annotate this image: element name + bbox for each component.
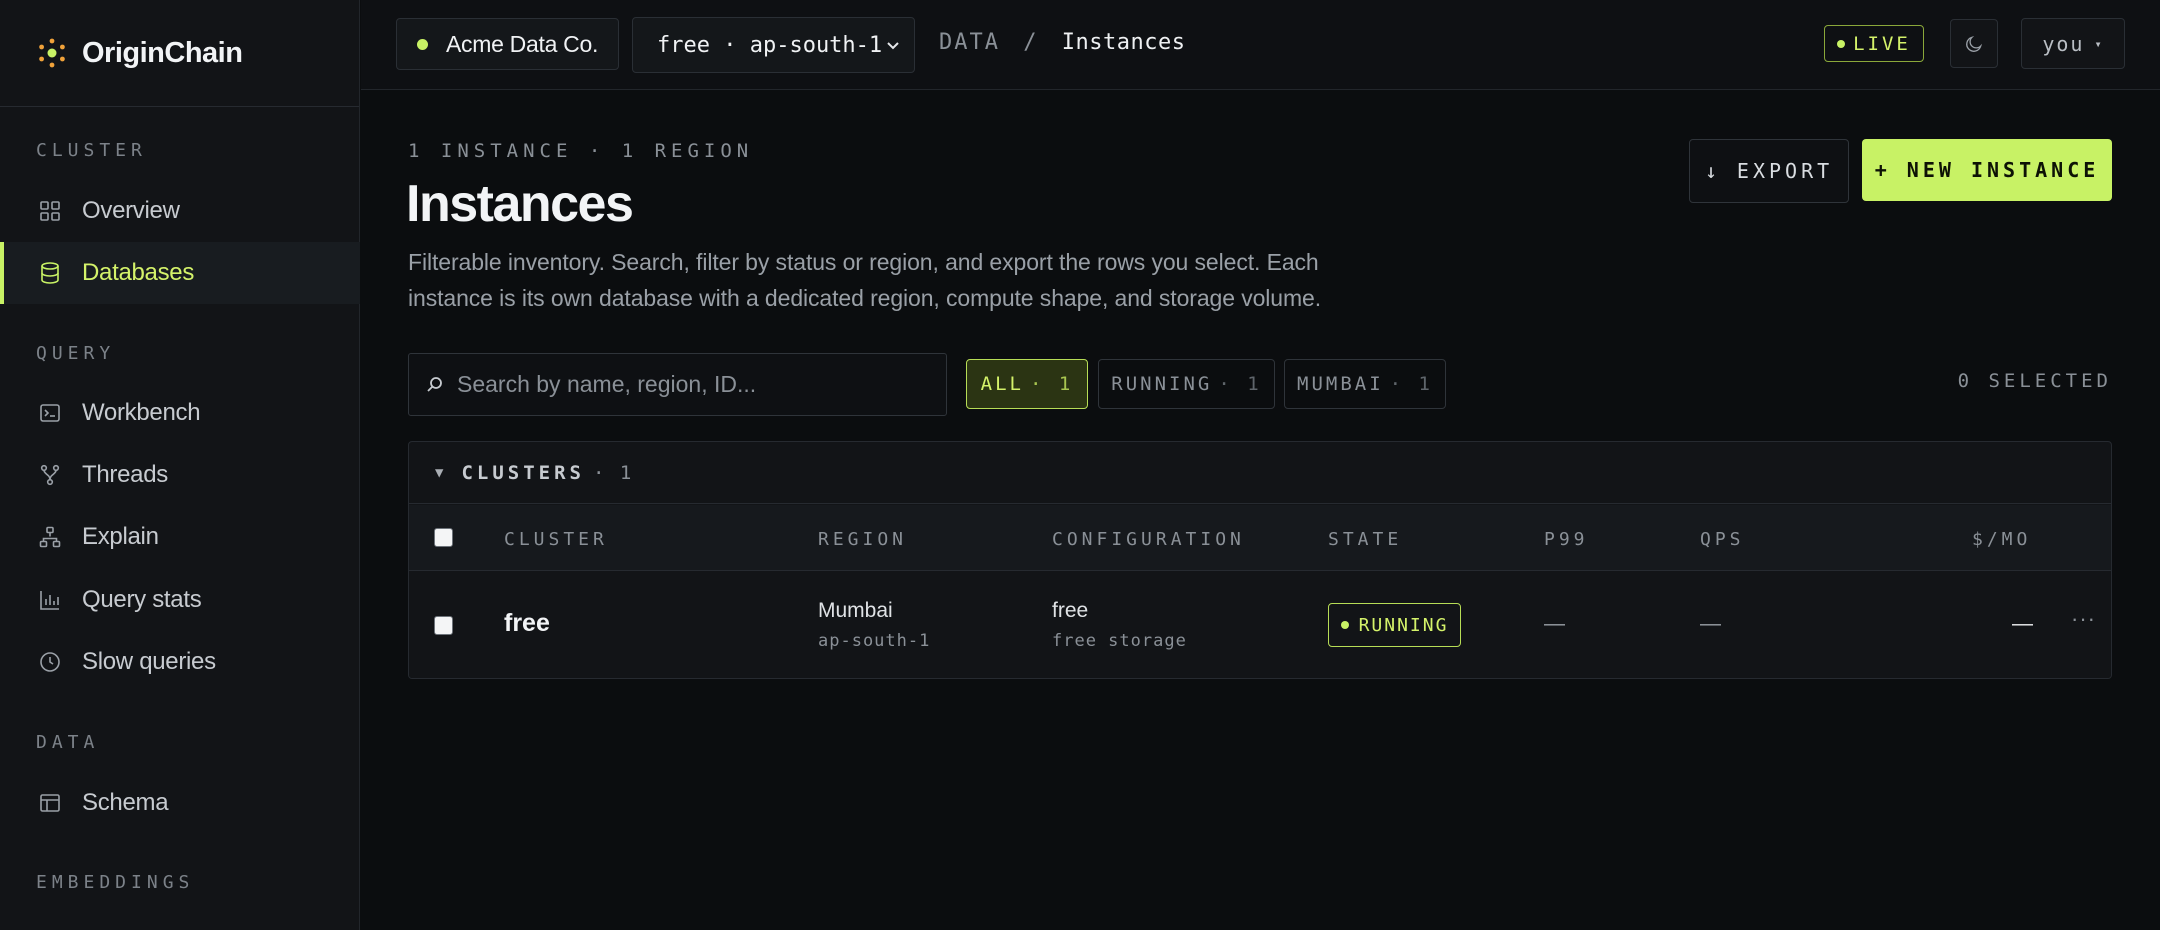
chip-count: · 1 (1389, 373, 1433, 395)
column-header-qps[interactable]: QPS (1700, 529, 1745, 550)
sidebar-item-overview[interactable]: Overview (0, 180, 360, 242)
brand-name: OriginChain (82, 36, 243, 69)
topbar: Acme Data Co. free · ap-south-1 DATA / I… (361, 0, 2160, 90)
chip-label: RUNNING (1111, 373, 1213, 395)
sidebar-item-schema[interactable]: Schema (0, 772, 360, 834)
search-input[interactable] (457, 354, 937, 415)
live-badge: LIVE (1824, 25, 1924, 62)
chip-label: ALL (980, 373, 1024, 395)
export-button[interactable]: ↓ EXPORT (1689, 139, 1849, 203)
chip-count: · 1 (1030, 373, 1074, 395)
sidebar-item-explain[interactable]: Explain (0, 506, 360, 568)
sidebar-item-label: Query stats (82, 586, 202, 613)
user-label: you (2042, 31, 2085, 56)
column-header-cost[interactable]: $/MO (1972, 529, 2031, 550)
org-name: Acme Data Co. (446, 30, 599, 57)
environment-value: free · ap-south-1 (657, 32, 883, 58)
cell-config: free (1052, 599, 1089, 622)
selection-count: 0 SELECTED (1957, 370, 2112, 392)
live-label: LIVE (1853, 32, 1911, 55)
column-header-state[interactable]: STATE (1328, 529, 1402, 550)
database-icon (41, 262, 59, 284)
sidebar-item-query-stats[interactable]: Query stats (0, 569, 360, 631)
breadcrumb-root[interactable]: DATA (939, 30, 1000, 55)
live-dot (1837, 39, 1846, 48)
chip-count: · 1 (1218, 373, 1262, 395)
table-row[interactable]: free Mumbai ap-south-1 free free storage… (409, 572, 2111, 678)
nav-section-embeddings: EMBEDDINGS (36, 872, 195, 893)
filter-chip-mumbai[interactable]: MUMBAI · 1 (1284, 359, 1446, 409)
sidebar-item-slow-queries[interactable]: Slow queries (0, 631, 360, 693)
sidebar-item-label: Explain (82, 523, 159, 550)
sidebar-item-threads[interactable]: Threads (0, 444, 360, 506)
nav-section-data: DATA (36, 732, 100, 753)
nav-section-query: QUERY (36, 343, 116, 364)
sidebar: OriginChain CLUSTER Overview Databases Q… (0, 0, 360, 930)
new-instance-button[interactable]: + NEW INSTANCE (1862, 139, 2112, 201)
group-label: CLUSTERS (461, 461, 585, 484)
terminal-icon (40, 404, 60, 422)
sidebar-item-label: Schema (82, 789, 169, 816)
bar-chart-icon (40, 591, 59, 610)
sidebar-item-label: Workbench (82, 399, 201, 426)
filter-chip-running[interactable]: RUNNING · 1 (1098, 359, 1275, 409)
page-eyebrow: 1 INSTANCE · 1 REGION (408, 140, 754, 162)
instances-table: ▼ CLUSTERS · 1 CLUSTER REGION CONFIGURAT… (408, 441, 2112, 679)
nav-section-cluster: CLUSTER (36, 140, 147, 161)
branch-icon (40, 464, 60, 486)
sidebar-item-label: Databases (82, 259, 195, 286)
group-header-clusters[interactable]: ▼ CLUSTERS · 1 (409, 442, 2111, 504)
cell-region-code: ap-south-1 (818, 631, 931, 651)
table-icon (40, 794, 60, 812)
hierarchy-icon (39, 526, 61, 548)
cell-cluster[interactable]: free (504, 609, 550, 638)
cell-p99: — (1544, 612, 1565, 635)
column-header-p99[interactable]: P99 (1544, 529, 1589, 550)
environment-select[interactable]: free · ap-south-1 (632, 17, 915, 73)
status-badge: RUNNING (1328, 603, 1461, 647)
column-header-region[interactable]: REGION (818, 529, 907, 550)
sidebar-item-label: Threads (82, 461, 168, 488)
sidebar-item-workbench[interactable]: Workbench (0, 382, 360, 444)
status-dot (1340, 621, 1349, 629)
theme-toggle-button[interactable] (1950, 19, 1998, 68)
breadcrumb-separator: / (1023, 30, 1039, 55)
filter-chip-all[interactable]: ALL · 1 (966, 359, 1088, 409)
clock-icon (40, 652, 60, 672)
grid-icon (40, 201, 60, 221)
breadcrumb-current: Instances (1061, 30, 1186, 55)
moon-icon (1966, 35, 1983, 52)
search-box (408, 353, 947, 416)
chip-label: MUMBAI (1297, 373, 1384, 395)
breadcrumb: DATA / Instances (939, 30, 1185, 55)
sidebar-item-databases[interactable]: Databases (0, 242, 360, 304)
page-title: Instances (406, 175, 634, 233)
logo-icon (39, 38, 65, 68)
search-icon (427, 377, 442, 392)
status-dot (417, 38, 428, 50)
chevron-down-icon (887, 42, 899, 50)
brand[interactable]: OriginChain (0, 0, 359, 107)
cell-region: Mumbai (818, 599, 893, 622)
cell-config-sub: free storage (1052, 631, 1187, 651)
column-header-cluster[interactable]: CLUSTER (504, 529, 608, 550)
row-checkbox[interactable] (434, 616, 453, 635)
cell-qps: — (1700, 612, 1721, 635)
group-count: · 1 (592, 461, 634, 484)
table-header: CLUSTER REGION CONFIGURATION STATE P99 Q… (409, 505, 2111, 571)
page-description: Filterable inventory. Search, filter by … (408, 249, 1322, 311)
status-label: RUNNING (1358, 614, 1449, 636)
collapse-triangle-icon: ▼ (435, 464, 448, 481)
caret-down-icon: ▾ (2094, 36, 2104, 51)
sidebar-item-label: Overview (82, 197, 180, 224)
column-header-configuration[interactable]: CONFIGURATION (1052, 529, 1245, 550)
select-all-checkbox[interactable] (434, 528, 453, 547)
user-menu-button[interactable]: you ▾ (2021, 18, 2125, 69)
sidebar-item-label: Slow queries (82, 648, 216, 675)
org-switcher[interactable]: Acme Data Co. (396, 18, 620, 70)
row-more-menu-icon[interactable]: ··· (2071, 606, 2096, 632)
cell-cost: — (2012, 612, 2033, 635)
